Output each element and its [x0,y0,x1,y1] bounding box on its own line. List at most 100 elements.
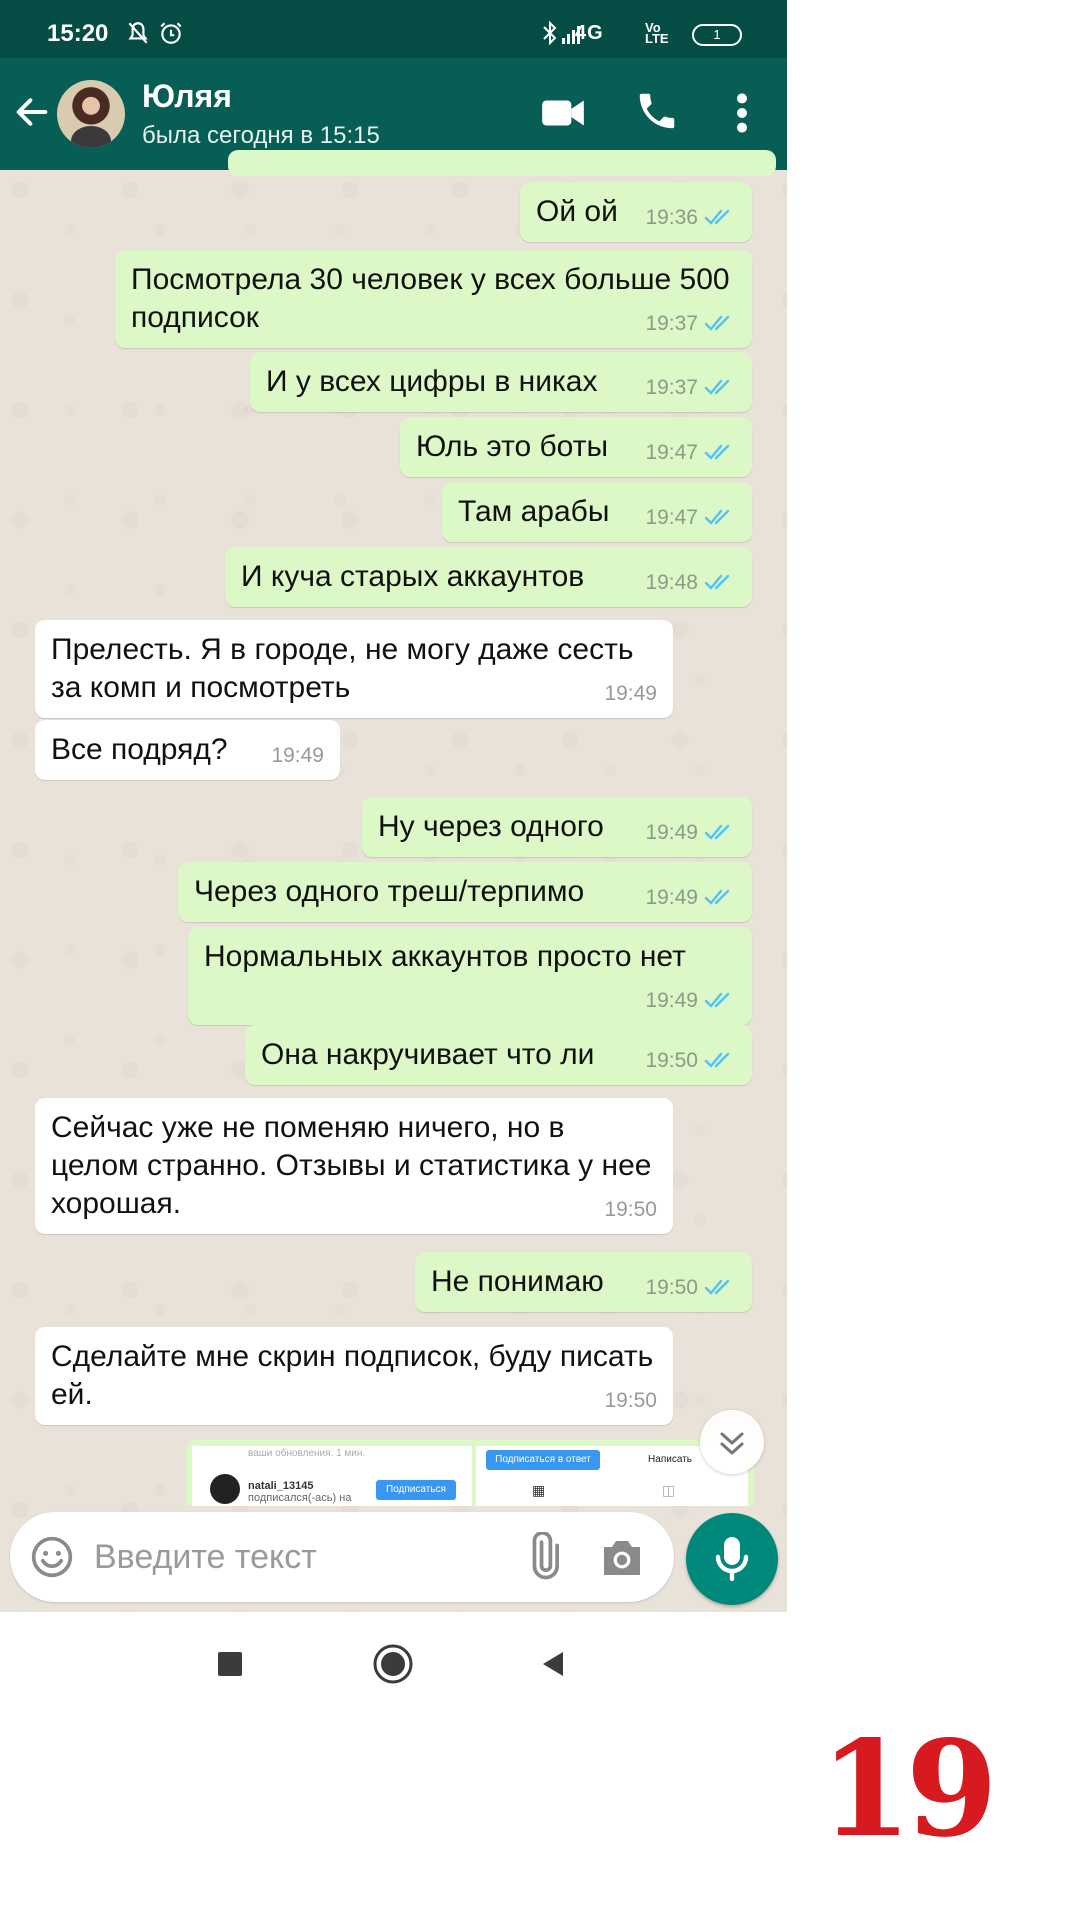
emoji-icon[interactable] [30,1535,74,1579]
grid-icon: ▦ [532,1482,546,1498]
read-ticks-icon [704,992,730,1008]
message-bubble[interactable]: Сейчас уже не поменяю ничего, но в целом… [35,1098,673,1234]
message-bubble[interactable]: Ну через одного 19:49 [362,797,752,857]
read-ticks-icon [704,574,730,590]
message-text: Через одного треш/терпимо [194,875,585,908]
image-header-text: ваши обновления. 1 мин. [248,1448,366,1459]
message-composer [10,1512,674,1602]
message-text: Сделайте мне скрин подписок, буду писать… [51,1340,654,1411]
message-time: 19:49 [645,886,698,909]
message-meta: 19:50 [645,1048,736,1074]
message-time: 19:50 [645,1276,698,1299]
message-text: И у всех цифры в никах [266,365,598,398]
image-message[interactable]: ваши обновления. 1 мин. natali_13145 под… [186,1440,754,1506]
nav-back-icon[interactable] [531,1642,575,1686]
message-time: 19:47 [645,506,698,529]
message-bubble[interactable]: Через одного треш/терпимо 19:49 [178,862,752,922]
image-follow-back-button: Подписаться в ответ [486,1450,600,1470]
message-meta: 19:48 [645,570,736,596]
message-text: Она накручивает что ли [261,1038,595,1071]
message-bubble[interactable]: Все подряд? 19:49 [35,720,340,780]
contact-name[interactable]: Юляя [142,78,232,115]
alarm-icon [158,20,184,52]
message-bubble[interactable]: Юль это боты 19:47 [400,417,752,477]
nav-recents-icon[interactable] [208,1642,252,1686]
status-bar: 15:20 4G Vo LTE 1 [0,0,787,58]
message-time: 19:50 [604,1198,657,1221]
phone-screen: 15:20 4G Vo LTE 1 Юляя была сегодня в 15… [0,0,787,1612]
message-bubble[interactable]: И куча старых аккаунтов 19:48 [225,547,752,607]
page-number: 19 [820,1712,998,1867]
message-meta: 19:47 [645,440,736,466]
message-time: 19:36 [645,206,698,229]
tagged-icon: ◫ [662,1482,676,1498]
phone-icon[interactable] [634,88,684,138]
camera-icon[interactable] [598,1534,646,1580]
message-input[interactable] [94,1528,494,1586]
system-nav-bar [0,1612,787,1712]
bluetooth-icon [540,20,560,52]
message-text: Сейчас уже не поменяю ничего, но в целом… [51,1111,652,1220]
more-vert-icon[interactable] [722,88,772,138]
scroll-down-icon[interactable] [700,1410,764,1474]
previous-message-edge [228,150,776,176]
read-ticks-icon [704,1279,730,1295]
message-bubble[interactable]: Там арабы 19:47 [442,482,752,542]
battery-icon: 1 [692,24,742,46]
chat-area[interactable]: Ой ой 19:36 Посмотрела 30 человек у всех… [0,150,787,1612]
read-ticks-icon [704,209,730,225]
message-time: 19:50 [645,1049,698,1072]
message-bubble[interactable]: Прелесть. Я в городе, не могу даже сесть… [35,620,673,718]
mic-button[interactable] [686,1513,778,1605]
network-type: 4G [575,22,604,44]
screenshot-image: ваши обновления. 1 мин. natali_13145 под… [192,1446,748,1506]
user-avatar [210,1474,240,1504]
message-bubble[interactable]: Нормальных аккаунтов просто нет 19:49 [188,927,752,1025]
read-ticks-icon [704,509,730,525]
message-meta: 19:49 [604,681,657,707]
message-bubble[interactable]: Посмотрела 30 человек у всех больше 500 … [115,250,752,348]
attach-icon[interactable] [518,1531,568,1582]
read-ticks-icon [704,889,730,905]
message-meta: 19:49 [645,988,736,1014]
image-divider [472,1446,476,1506]
contact-avatar[interactable] [57,80,125,148]
mute-notifications-icon [125,20,151,52]
read-ticks-icon [704,315,730,331]
message-text: Юль это боты [416,430,609,463]
video-call-icon[interactable] [538,88,588,138]
message-text: Ну через одного [378,810,604,843]
message-time: 19:37 [645,312,698,335]
read-ticks-icon [704,444,730,460]
message-meta: 19:50 [604,1388,657,1414]
message-bubble[interactable]: И у всех цифры в никах 19:37 [250,352,752,412]
message-text: Все подряд? [51,733,228,766]
message-time: 19:49 [271,744,324,767]
message-meta: 19:36 [645,205,736,231]
message-meta: 19:47 [645,505,736,531]
image-subscribe-button: Подписаться [376,1480,456,1500]
message-time: 19:37 [645,376,698,399]
image-action-text: подписался(-ась) на [248,1492,352,1504]
message-meta: 19:49 [645,820,736,846]
message-bubble[interactable]: Сделайте мне скрин подписок, буду писать… [35,1327,673,1425]
message-meta: 19:49 [271,743,324,769]
read-ticks-icon [704,824,730,840]
message-text: Прелесть. Я в городе, не могу даже сесть… [51,633,634,704]
image-username: natali_13145 [248,1480,314,1492]
last-seen-status[interactable]: была сегодня в 15:15 [142,122,380,150]
status-time: 15:20 [47,20,109,47]
message-bubble[interactable]: Ой ой 19:36 [520,182,752,242]
volte-indicator: Vo LTE [645,20,669,46]
back-arrow-icon[interactable] [12,92,52,132]
message-bubble[interactable]: Она накручивает что ли 19:50 [245,1025,752,1085]
message-text: Нормальных аккаунтов просто нет [204,940,686,973]
message-text: Посмотрела 30 человек у всех больше 500 … [131,263,730,334]
message-bubble[interactable]: Не понимаю 19:50 [415,1252,752,1312]
message-meta: 19:50 [604,1197,657,1223]
message-text: И куча старых аккаунтов [241,560,585,593]
message-meta: 19:49 [645,885,736,911]
nav-home-icon[interactable] [371,1642,415,1686]
message-meta: 19:50 [645,1275,736,1301]
read-ticks-icon [704,379,730,395]
